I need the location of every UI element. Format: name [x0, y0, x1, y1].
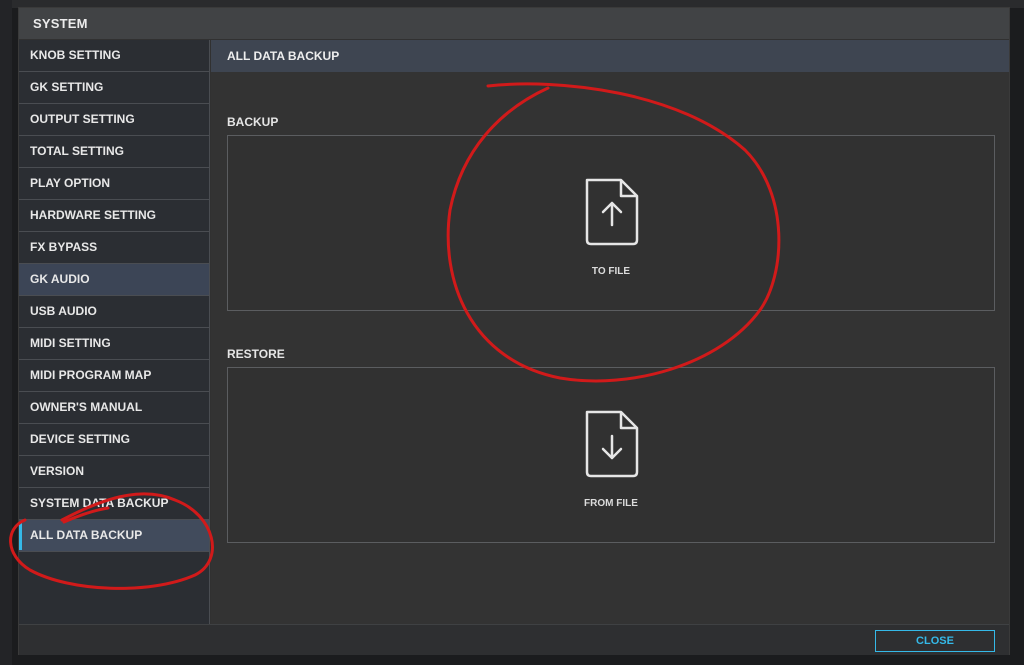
background-app-edge — [0, 0, 12, 665]
backup-section-label: BACKUP — [227, 115, 279, 129]
sidebar-item-knob-setting[interactable]: KNOB SETTING — [19, 40, 209, 72]
dialog-title: SYSTEM — [19, 8, 1009, 39]
sidebar-item-play-option[interactable]: PLAY OPTION — [19, 168, 209, 200]
from-file-label: FROM FILE — [584, 498, 638, 509]
sidebar-item-owners-manual[interactable]: OWNER'S MANUAL — [19, 392, 209, 424]
sidebar-item-midi-program-map[interactable]: MIDI PROGRAM MAP — [19, 360, 209, 392]
sidebar-item-all-data-backup[interactable]: ALL DATA BACKUP — [19, 520, 209, 552]
sidebar-item-version[interactable]: VERSION — [19, 456, 209, 488]
sidebar-item-fx-bypass[interactable]: FX BYPASS — [19, 232, 209, 264]
file-upload-icon — [585, 178, 639, 246]
sidebar-item-usb-audio[interactable]: USB AUDIO — [19, 296, 209, 328]
dialog-footer: CLOSE — [19, 624, 1009, 655]
close-button[interactable]: CLOSE — [875, 630, 995, 652]
file-download-icon — [585, 410, 639, 478]
restore-from-file-button[interactable]: FROM FILE — [227, 367, 995, 543]
sidebar: KNOB SETTING GK SETTING OUTPUT SETTING T… — [19, 40, 210, 624]
sidebar-item-device-setting[interactable]: DEVICE SETTING — [19, 424, 209, 456]
sidebar-item-system-data-backup[interactable]: SYSTEM DATA BACKUP — [19, 488, 209, 520]
system-dialog: SYSTEM KNOB SETTING GK SETTING OUTPUT SE… — [18, 7, 1010, 655]
sidebar-item-gk-setting[interactable]: GK SETTING — [19, 72, 209, 104]
sidebar-item-gk-audio[interactable]: GK AUDIO — [19, 264, 209, 296]
restore-section-label: RESTORE — [227, 347, 285, 361]
sidebar-item-midi-setting[interactable]: MIDI SETTING — [19, 328, 209, 360]
backup-to-file-button[interactable]: TO FILE — [227, 135, 995, 311]
content-panel: ALL DATA BACKUP BACKUP TO FILE RESTORE F… — [211, 40, 1009, 624]
content-header: ALL DATA BACKUP — [211, 40, 1009, 72]
to-file-label: TO FILE — [591, 266, 631, 277]
sidebar-item-hardware-setting[interactable]: HARDWARE SETTING — [19, 200, 209, 232]
sidebar-item-output-setting[interactable]: OUTPUT SETTING — [19, 104, 209, 136]
sidebar-item-total-setting[interactable]: TOTAL SETTING — [19, 136, 209, 168]
